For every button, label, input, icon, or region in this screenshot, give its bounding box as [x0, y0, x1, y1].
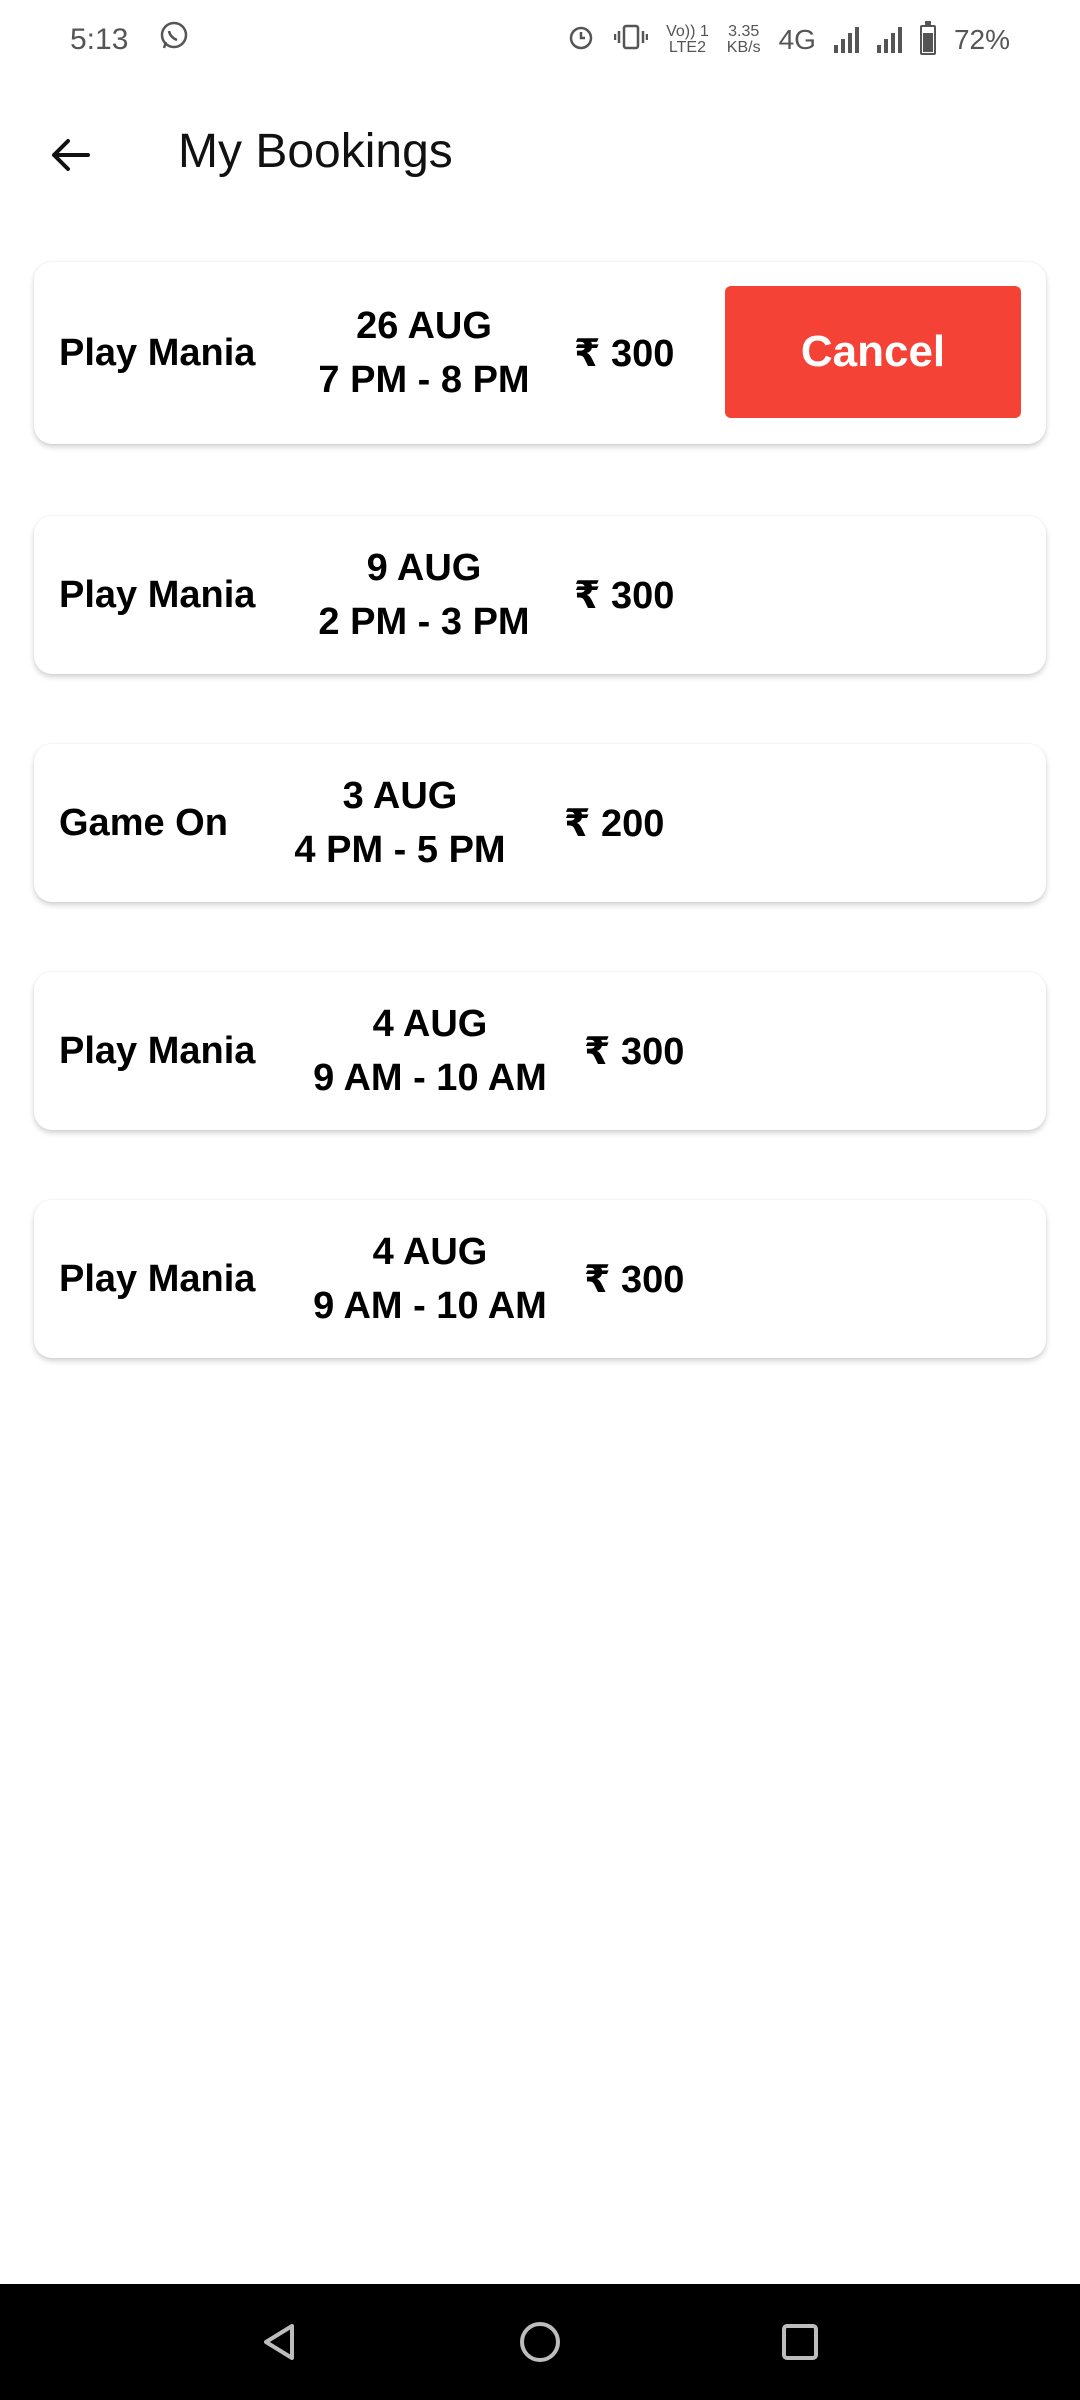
cancel-button[interactable]: Cancel	[725, 286, 1021, 418]
recents-square-icon	[782, 2324, 818, 2360]
net-speed-value: 3.35	[728, 23, 760, 40]
booking-price: ₹ 200	[564, 802, 665, 845]
page-title: My Bookings	[178, 125, 453, 178]
nav-home-button[interactable]	[500, 2302, 580, 2382]
booking-card: Play Mania 4 AUG 9 AM - 10 AM ₹ 300	[34, 1200, 1046, 1358]
nav-recents-button[interactable]	[760, 2302, 840, 2382]
status-time: 5:13	[70, 23, 129, 56]
booking-date: 3 AUG	[342, 775, 458, 817]
booking-venue: Game On	[59, 801, 228, 844]
back-button[interactable]	[40, 125, 100, 185]
volte-indicator: Vo)) 1 LTE2	[666, 24, 709, 56]
booking-when: 4 AUG 9 AM - 10 AM	[294, 972, 566, 1130]
booking-venue: Play Mania	[59, 1029, 256, 1072]
booking-time: 9 AM - 10 AM	[313, 1285, 547, 1327]
booking-time: 7 PM - 8 PM	[318, 359, 530, 401]
whatsapp-icon	[158, 20, 190, 60]
booking-date: 4 AUG	[372, 1231, 488, 1273]
booking-card: Play Mania 4 AUG 9 AM - 10 AM ₹ 300	[34, 972, 1046, 1130]
booking-venue: Play Mania	[59, 331, 256, 374]
booking-time: 2 PM - 3 PM	[318, 601, 530, 643]
booking-when: 3 AUG 4 PM - 5 PM	[278, 744, 522, 902]
volte-line2: LTE2	[668, 39, 706, 56]
booking-card: Game On 3 AUG 4 PM - 5 PM ₹ 200	[34, 744, 1046, 902]
booking-card: Play Mania 9 AUG 2 PM - 3 PM ₹ 300	[34, 516, 1046, 674]
booking-price: ₹ 300	[584, 1030, 685, 1073]
booking-price: ₹ 300	[574, 574, 675, 617]
screen: 5:13 Vo)) 1 LTE2 3.35 KB/s 4G 72% My Boo…	[0, 0, 1080, 2400]
status-left: 5:13	[70, 20, 190, 60]
net-type: 4G	[778, 24, 816, 55]
booking-venue: Play Mania	[59, 1257, 256, 1300]
booking-when: 26 AUG 7 PM - 8 PM	[304, 262, 544, 444]
booking-venue: Play Mania	[59, 573, 256, 616]
booking-time: 9 AM - 10 AM	[313, 1057, 547, 1099]
booking-date: 26 AUG	[356, 305, 492, 347]
booking-when: 9 AUG 2 PM - 3 PM	[304, 516, 544, 674]
net-speed: 3.35 KB/s	[727, 24, 761, 56]
back-triangle-icon	[264, 2324, 294, 2360]
nav-back-button[interactable]	[240, 2302, 320, 2382]
battery-icon	[919, 21, 936, 55]
booking-time: 4 PM - 5 PM	[294, 829, 506, 871]
vibrate-icon	[613, 22, 649, 59]
booking-when: 4 AUG 9 AM - 10 AM	[294, 1200, 566, 1358]
net-speed-unit: KB/s	[726, 39, 761, 56]
booking-date: 4 AUG	[372, 1003, 488, 1045]
signal-icon	[833, 27, 859, 53]
status-bar: 5:13 Vo)) 1 LTE2 3.35 KB/s 4G 72%	[0, 0, 1080, 80]
status-right: Vo)) 1 LTE2 3.35 KB/s 4G 72%	[566, 21, 1010, 59]
system-nav-bar	[0, 2284, 1080, 2400]
booking-price: ₹ 300	[574, 332, 675, 375]
signal-icon-2	[876, 27, 902, 53]
volte-line1: Vo)) 1	[666, 23, 709, 40]
alarm-icon	[566, 22, 596, 59]
app-bar: My Bookings	[0, 100, 1080, 210]
battery-percent: 72%	[953, 24, 1010, 55]
booking-card: Play Mania 26 AUG 7 PM - 8 PM ₹ 300 Canc…	[34, 262, 1046, 444]
arrow-left-icon	[52, 139, 90, 171]
home-circle-icon	[520, 2322, 560, 2362]
booking-price: ₹ 300	[584, 1258, 685, 1301]
booking-date: 9 AUG	[366, 547, 482, 589]
